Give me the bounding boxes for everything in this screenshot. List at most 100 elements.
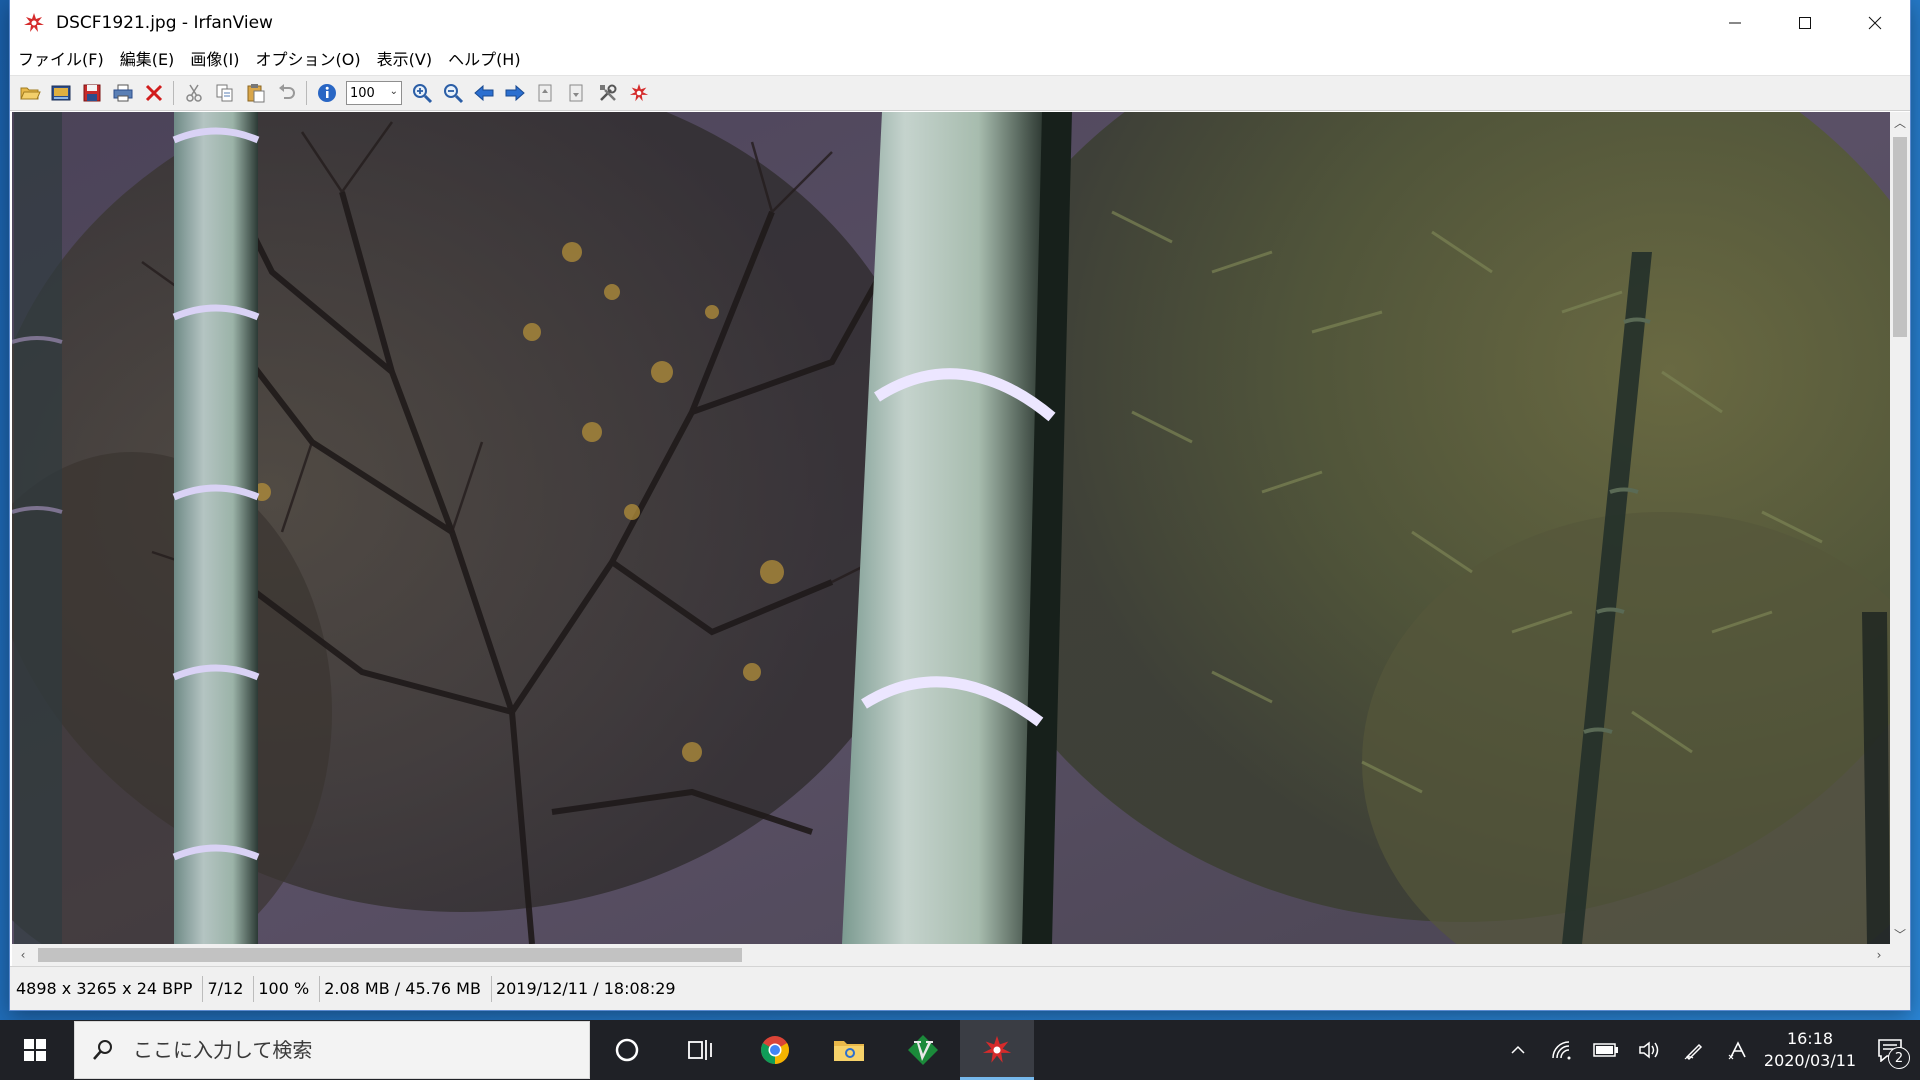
- start-button[interactable]: [0, 1020, 70, 1080]
- chevron-down-icon: ⌄: [389, 86, 398, 97]
- scroll-corner: [1890, 944, 1910, 966]
- horizontal-scrollbar[interactable]: ‹ ›: [12, 944, 1890, 966]
- image-viewport[interactable]: [12, 112, 1890, 944]
- menu-options[interactable]: オプション(O): [248, 45, 369, 75]
- menu-edit[interactable]: 編集(E): [112, 45, 183, 75]
- taskbar-search[interactable]: [74, 1021, 590, 1079]
- search-input[interactable]: [131, 1037, 575, 1063]
- battery-icon: [1593, 1043, 1618, 1057]
- delete-icon: [145, 84, 162, 102]
- maximize-icon: [1799, 16, 1811, 29]
- vim-icon: [908, 1035, 938, 1065]
- copy-icon: [216, 84, 232, 102]
- volume-button[interactable]: [1628, 1020, 1672, 1080]
- network-button[interactable]: [1540, 1020, 1584, 1080]
- status-index: 7/12: [203, 975, 255, 1002]
- save-button[interactable]: [77, 78, 107, 108]
- settings-button[interactable]: [593, 78, 623, 108]
- ime-button[interactable]: [1716, 1020, 1760, 1080]
- menu-image[interactable]: 画像(I): [182, 45, 247, 75]
- scroll-left-icon[interactable]: ‹: [12, 944, 34, 966]
- pen-button[interactable]: [1672, 1020, 1716, 1080]
- speaker-icon: [1639, 1041, 1659, 1059]
- notification-count-badge: 2: [1888, 1047, 1910, 1069]
- battery-button[interactable]: [1584, 1020, 1628, 1080]
- vertical-scroll-thumb[interactable]: [1893, 137, 1907, 337]
- thumbnails-button[interactable]: [46, 78, 76, 108]
- wifi-icon: [1552, 1041, 1571, 1060]
- open-button[interactable]: [15, 78, 45, 108]
- scroll-up-icon[interactable]: ︿: [1890, 112, 1910, 132]
- irfanview-window: DSCF1921.jpg - IrfanView ファイル(F) 編集(E) 画…: [10, 0, 1910, 1010]
- status-bar: 4898 x 3265 x 24 BPP 7/12 100 % 2.08 MB …: [10, 966, 1910, 1010]
- system-tray: 16:18 2020/03/11 2: [1496, 1020, 1920, 1080]
- open-folder-icon: [19, 87, 41, 100]
- scroll-down-icon[interactable]: ﹀: [1890, 924, 1910, 944]
- status-datetime: 2019/12/11 / 18:08:29: [495, 978, 676, 998]
- status-dimensions: 4898 x 3265 x 24 BPP: [12, 975, 204, 1002]
- menu-help[interactable]: ヘルプ(H): [440, 45, 529, 75]
- first-page-icon: [538, 84, 551, 102]
- horizontal-scroll-thumb[interactable]: [38, 948, 742, 962]
- cut-icon: [185, 84, 202, 102]
- paste-icon: [247, 84, 264, 103]
- clock-time: 16:18: [1786, 1029, 1834, 1048]
- vim-button[interactable]: [886, 1020, 960, 1080]
- title-bar[interactable]: DSCF1921.jpg - IrfanView: [10, 0, 1910, 45]
- vertical-scrollbar[interactable]: ︿ ﹀: [1890, 112, 1910, 944]
- file-explorer-button[interactable]: [812, 1020, 886, 1080]
- action-center-button[interactable]: 2: [1860, 1020, 1920, 1080]
- irfanview-taskbar-button[interactable]: [960, 1020, 1034, 1080]
- paste-button[interactable]: [241, 78, 271, 108]
- print-button[interactable]: [108, 78, 138, 108]
- zoom-out-button[interactable]: [438, 78, 468, 108]
- clock-date: 2020/03/11: [1763, 1051, 1857, 1070]
- delete-button[interactable]: [139, 78, 169, 108]
- clock[interactable]: 16:18 2020/03/11: [1760, 1028, 1860, 1072]
- irfanview-logo-icon: [629, 83, 648, 102]
- file-explorer-icon: [834, 1041, 864, 1061]
- maximize-button[interactable]: [1770, 0, 1840, 45]
- close-button[interactable]: [1840, 0, 1910, 45]
- zoom-in-button[interactable]: [407, 78, 437, 108]
- about-button[interactable]: [624, 78, 654, 108]
- scroll-right-icon[interactable]: ›: [1868, 944, 1890, 966]
- zoom-value: 100: [350, 85, 375, 101]
- info-button[interactable]: [312, 78, 342, 108]
- status-size: 2.08 MB / 45.76 MB: [320, 975, 492, 1002]
- desktop: DSCF1921.jpg - IrfanView ファイル(F) 編集(E) 画…: [0, 0, 1920, 1080]
- previous-icon: [473, 84, 493, 102]
- undo-button[interactable]: [272, 78, 302, 108]
- toolbar-separator: [306, 81, 307, 105]
- save-icon: [83, 84, 100, 102]
- undo-icon: [278, 84, 295, 99]
- zoom-in-icon: [412, 84, 432, 104]
- pen-icon: [1684, 1043, 1703, 1061]
- next-icon: [505, 84, 525, 102]
- zoom-out-icon: [443, 84, 463, 104]
- copy-button[interactable]: [210, 78, 240, 108]
- windows-logo-icon: [24, 1039, 46, 1061]
- menu-file[interactable]: ファイル(F): [10, 45, 112, 75]
- menu-view[interactable]: 表示(V): [369, 45, 440, 75]
- chrome-button[interactable]: [738, 1020, 812, 1080]
- task-view-button[interactable]: [664, 1020, 738, 1080]
- cortana-button[interactable]: [590, 1020, 664, 1080]
- next-button[interactable]: [500, 78, 530, 108]
- minimize-button[interactable]: [1700, 0, 1770, 45]
- last-page-icon: [569, 84, 582, 102]
- status-zoom: 100 %: [254, 975, 321, 1002]
- show-hidden-icons-button[interactable]: [1496, 1020, 1540, 1080]
- last-page-button[interactable]: [562, 78, 592, 108]
- irfanview-logo-icon: [20, 9, 48, 37]
- chrome-icon: [761, 1036, 789, 1064]
- zoom-dropdown[interactable]: 100 ⌄: [346, 81, 402, 105]
- previous-button[interactable]: [469, 78, 499, 108]
- window-title: DSCF1921.jpg - IrfanView: [56, 12, 273, 33]
- menu-bar: ファイル(F) 編集(E) 画像(I) オプション(O) 表示(V) ヘルプ(H…: [10, 45, 1910, 75]
- first-page-button[interactable]: [531, 78, 561, 108]
- thumbnails-icon: [51, 85, 70, 101]
- cortana-icon: [615, 1038, 639, 1062]
- cut-button[interactable]: [179, 78, 209, 108]
- chevron-up-icon: [1511, 1045, 1525, 1054]
